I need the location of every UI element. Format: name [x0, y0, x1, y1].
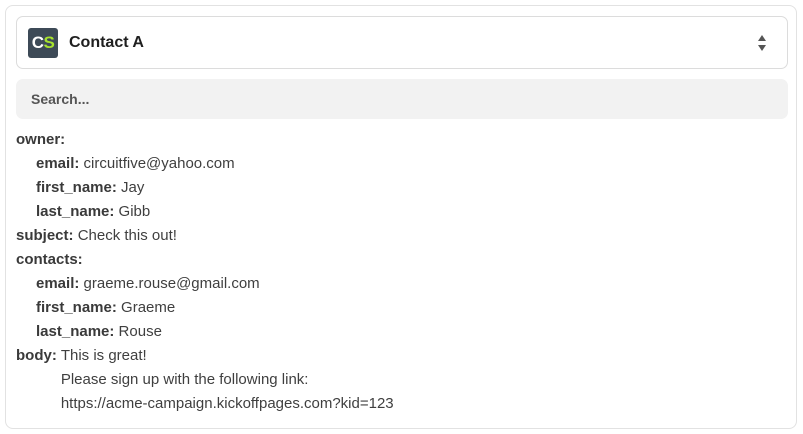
field-value: Graeme: [121, 299, 176, 316]
field-contacts-last-name: last_name: Rouse: [16, 320, 786, 344]
field-owner-first-name: first_name: Jay: [16, 176, 786, 200]
data-panel: CS Contact A owner: email: circuitfive@y…: [5, 5, 797, 429]
field-value: Gibb: [118, 203, 151, 220]
record-fields: owner: email: circuitfive@yahoo.com firs…: [16, 128, 786, 416]
field-key: email:: [36, 275, 80, 292]
body-line: https://acme-campaign.kickoffpages.com?k…: [60, 395, 394, 412]
record-selector[interactable]: CS Contact A: [16, 16, 788, 69]
field-owner-email: email: circuitfive@yahoo.com: [16, 152, 786, 176]
body-line: Please sign up with the following link:: [60, 371, 309, 388]
field-key: first_name:: [36, 179, 117, 196]
field-value: circuitfive@yahoo.com: [83, 155, 235, 172]
field-key: last_name:: [36, 323, 115, 340]
field-key: first_name:: [36, 299, 117, 316]
sort-arrows-icon[interactable]: [757, 34, 767, 52]
search-input[interactable]: [16, 79, 788, 119]
field-key: owner:: [16, 131, 66, 148]
field-value: graeme.rouse@gmail.com: [83, 275, 260, 292]
field-value: Check this out!: [77, 227, 177, 244]
body-value: This is great! Please sign up with the f…: [61, 344, 394, 416]
field-contacts-email: email: graeme.rouse@gmail.com: [16, 272, 786, 296]
field-owner-last-name: last_name: Gibb: [16, 200, 786, 224]
body-line: This is great!: [60, 347, 147, 364]
field-subject: subject: Check this out!: [16, 224, 786, 248]
selector-label: Contact A: [69, 33, 144, 51]
field-key: last_name:: [36, 203, 115, 220]
field-body: body: This is great! Please sign up with…: [16, 344, 786, 416]
field-key: subject:: [16, 227, 74, 244]
logo-letter-s: S: [43, 32, 55, 52]
field-contacts-first-name: first_name: Graeme: [16, 296, 786, 320]
field-owner: owner:: [16, 128, 786, 152]
field-contacts: contacts:: [16, 248, 786, 272]
field-key: contacts:: [16, 251, 83, 268]
field-value: Jay: [121, 179, 145, 196]
field-key: body:: [16, 347, 57, 364]
field-value: Rouse: [118, 323, 162, 340]
field-key: email:: [36, 155, 80, 172]
app-logo-icon: CS: [28, 27, 58, 58]
logo-letter-c: C: [31, 32, 44, 52]
